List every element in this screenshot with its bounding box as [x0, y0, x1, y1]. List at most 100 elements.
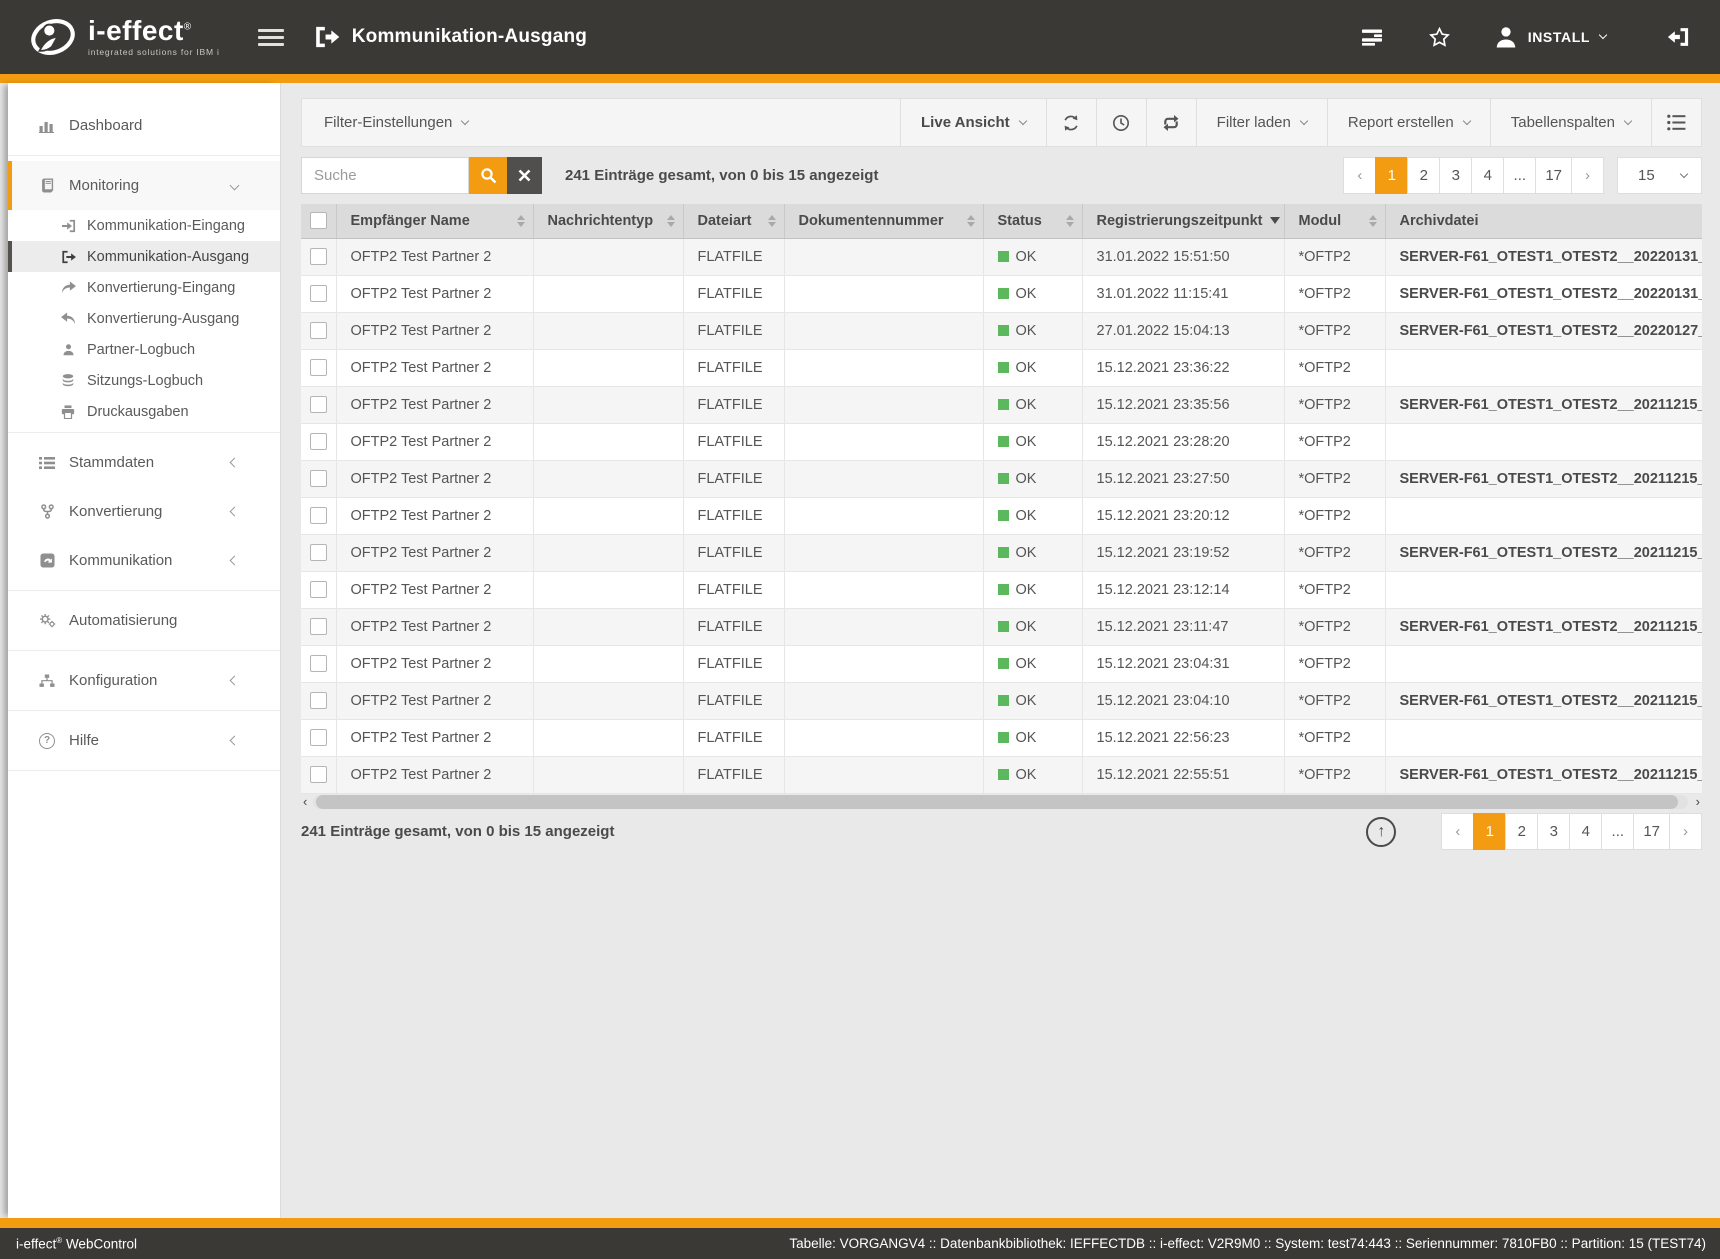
row-checkbox[interactable] [310, 433, 327, 450]
table-row[interactable]: OFTP2 Test Partner 2 FLATFILE OK 15.12.2… [301, 386, 1702, 423]
table-row[interactable]: OFTP2 Test Partner 2 FLATFILE OK 15.12.2… [301, 571, 1702, 608]
table-row[interactable]: OFTP2 Test Partner 2 FLATFILE OK 15.12.2… [301, 608, 1702, 645]
column-header-status[interactable]: Status [983, 204, 1082, 238]
sidebar-item-konfiguration[interactable]: Konfiguration [8, 656, 280, 705]
page-next-button[interactable]: › [1669, 813, 1702, 850]
sidebar-item-kommunikation-eingang[interactable]: Kommunikation-Eingang [8, 210, 280, 241]
brand-logo[interactable]: i-effect® integrated solutions for IBM i [30, 14, 220, 60]
page-button-3[interactable]: 3 [1439, 157, 1472, 194]
table-row[interactable]: OFTP2 Test Partner 2 FLATFILE OK 27.01.2… [301, 312, 1702, 349]
sidebar-item-konvertierung-ausgang[interactable]: Konvertierung-Ausgang [8, 303, 280, 334]
search-button[interactable] [469, 157, 507, 194]
table-row[interactable]: OFTP2 Test Partner 2 FLATFILE OK 15.12.2… [301, 719, 1702, 756]
cell-receiver-name: OFTP2 Test Partner 2 [336, 608, 533, 645]
page-prev-button[interactable]: ‹ [1441, 813, 1474, 850]
table-row[interactable]: OFTP2 Test Partner 2 FLATFILE OK 15.12.2… [301, 756, 1702, 793]
logout-icon[interactable] [1666, 26, 1690, 48]
sidebar-item-partner-logbuch[interactable]: Partner-Logbuch [8, 334, 280, 365]
live-view-button[interactable]: Live Ansicht [900, 99, 1046, 146]
page-button-4[interactable]: 4 [1471, 157, 1504, 194]
row-checkbox[interactable] [310, 507, 327, 524]
row-checkbox[interactable] [310, 248, 327, 265]
table-row[interactable]: OFTP2 Test Partner 2 FLATFILE OK 15.12.2… [301, 460, 1702, 497]
sidebar-item-stammdaten[interactable]: Stammdaten [8, 438, 280, 487]
column-header-module[interactable]: Modul [1284, 204, 1385, 238]
page-prev-button[interactable]: ‹ [1343, 157, 1376, 194]
search-input[interactable] [301, 157, 469, 194]
select-all-checkbox[interactable] [310, 212, 327, 229]
table-columns-button[interactable]: Tabellenspalten [1490, 99, 1651, 146]
row-checkbox[interactable] [310, 729, 327, 746]
cell-document-number [784, 460, 983, 497]
user-menu[interactable]: INSTALL [1494, 25, 1606, 49]
page-button-1[interactable]: 1 [1473, 813, 1506, 850]
cell-archive-file: SERVER-F61_OTEST1_OTEST2__20211215_22554 [1385, 756, 1702, 793]
sidebar-item-hilfe[interactable]: ? Hilfe [8, 716, 280, 765]
column-header-msg_type[interactable]: Nachrichtentyp [533, 204, 683, 238]
table-row[interactable]: OFTP2 Test Partner 2 FLATFILE OK 15.12.2… [301, 497, 1702, 534]
sidebar-item-automatisierung[interactable]: Automatisierung [8, 596, 280, 645]
page-button-1[interactable]: 1 [1375, 157, 1408, 194]
server-icon[interactable] [1361, 28, 1383, 46]
column-header-doc_no[interactable]: Dokumentennummer [784, 204, 983, 238]
menu-toggle-icon[interactable] [258, 25, 284, 50]
table-row[interactable]: OFTP2 Test Partner 2 FLATFILE OK 15.12.2… [301, 534, 1702, 571]
clear-search-button[interactable] [507, 157, 542, 194]
row-checkbox[interactable] [310, 396, 327, 413]
scroll-left-arrow[interactable]: ‹ [303, 794, 307, 810]
page-button-2[interactable]: 2 [1505, 813, 1538, 850]
column-header-receiver[interactable]: Empfänger Name [336, 204, 533, 238]
sidebar-item-kommunikation[interactable]: Kommunikation [8, 536, 280, 585]
sidebar-item-konvertierung-eingang[interactable]: Konvertierung-Eingang [8, 272, 280, 303]
auto-reload-button[interactable] [1146, 99, 1196, 146]
filter-load-button[interactable]: Filter laden [1196, 99, 1327, 146]
row-checkbox[interactable] [310, 581, 327, 598]
scroll-right-arrow[interactable]: › [1696, 794, 1700, 810]
table-row[interactable]: OFTP2 Test Partner 2 FLATFILE OK 15.12.2… [301, 645, 1702, 682]
row-checkbox[interactable] [310, 618, 327, 635]
scrollbar-track[interactable] [313, 795, 1688, 809]
sidebar-item-druckausgaben[interactable]: Druckausgaben [8, 396, 280, 427]
row-checkbox[interactable] [310, 766, 327, 783]
table-row[interactable]: OFTP2 Test Partner 2 FLATFILE OK 15.12.2… [301, 349, 1702, 386]
table-row[interactable]: OFTP2 Test Partner 2 FLATFILE OK 31.01.2… [301, 238, 1702, 275]
row-checkbox[interactable] [310, 692, 327, 709]
page-button-3[interactable]: 3 [1537, 813, 1570, 850]
page-button-4[interactable]: 4 [1569, 813, 1602, 850]
status-ok-indicator [998, 436, 1009, 447]
page-next-button[interactable]: › [1571, 157, 1604, 194]
sidebar-item-kommunikation-ausgang[interactable]: Kommunikation-Ausgang [8, 241, 280, 272]
column-header-file_type[interactable]: Dateiart [683, 204, 784, 238]
sidebar-item-sitzungs-logbuch[interactable]: Sitzungs-Logbuch [8, 365, 280, 396]
page-button-17[interactable]: 17 [1633, 813, 1670, 850]
page-button-2[interactable]: 2 [1407, 157, 1440, 194]
schedule-button[interactable] [1096, 99, 1146, 146]
page-button-17[interactable]: 17 [1535, 157, 1572, 194]
refresh-button[interactable] [1046, 99, 1096, 146]
scrollbar-thumb[interactable] [316, 795, 1678, 809]
favorites-star-icon[interactable] [1429, 27, 1450, 47]
sidebar-item-monitoring[interactable]: Monitoring [8, 161, 280, 210]
horizontal-scrollbar[interactable]: ‹ › [301, 794, 1702, 810]
table-row[interactable]: OFTP2 Test Partner 2 FLATFILE OK 31.01.2… [301, 275, 1702, 312]
table-row[interactable]: OFTP2 Test Partner 2 FLATFILE OK 15.12.2… [301, 682, 1702, 719]
status-ok-indicator [998, 547, 1009, 558]
row-checkbox[interactable] [310, 359, 327, 376]
report-create-button[interactable]: Report erstellen [1327, 99, 1490, 146]
row-checkbox[interactable] [310, 655, 327, 672]
table-row[interactable]: OFTP2 Test Partner 2 FLATFILE OK 15.12.2… [301, 423, 1702, 460]
cell-status: OK [983, 682, 1082, 719]
footer-product: i-effect® WebControl [16, 1236, 137, 1252]
row-checkbox[interactable] [310, 285, 327, 302]
list-view-button[interactable] [1651, 99, 1701, 146]
sidebar-item-konvertierung[interactable]: Konvertierung [8, 487, 280, 536]
filter-settings-button[interactable]: Filter-Einstellungen [302, 99, 900, 146]
row-checkbox[interactable] [310, 470, 327, 487]
scroll-to-top-button[interactable]: ↑ [1366, 817, 1396, 847]
page-size-select[interactable]: 15 [1617, 157, 1702, 194]
row-checkbox[interactable] [310, 322, 327, 339]
row-checkbox[interactable] [310, 544, 327, 561]
sidebar-item-dashboard[interactable]: Dashboard [8, 101, 280, 150]
column-header-registered[interactable]: Registrierungszeitpunkt [1082, 204, 1284, 238]
cell-message-type [533, 756, 683, 793]
